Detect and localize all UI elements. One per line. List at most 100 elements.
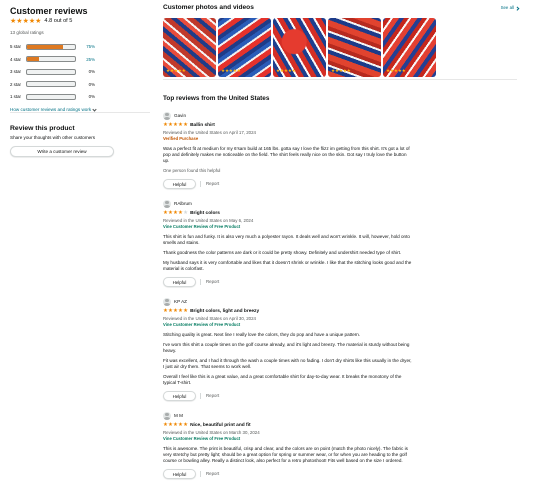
- action-separator: [200, 278, 202, 285]
- review-product-subtitle: Share your thoughts with other customers: [10, 135, 96, 141]
- helpful-count: One person found this helpful: [163, 167, 221, 173]
- review-paragraph: Thank goodness the color patterns are da…: [163, 249, 402, 255]
- photo-rating-stars: ★ ★ ★ ★ ★: [276, 68, 296, 74]
- review-title[interactable]: Nice, beautiful print and fit: [190, 423, 251, 429]
- review-author[interactable]: M M: [163, 411, 413, 420]
- report-link[interactable]: Report: [206, 393, 219, 399]
- overall-stars[interactable]: ★ ★ ★ ★ ★: [10, 18, 41, 25]
- customer-photo[interactable]: ★ ★ ★ ★ ★: [218, 17, 271, 77]
- verified-purchase-badge: Verified Purchase: [163, 136, 199, 142]
- histogram-row-5[interactable]: 5 star 75%: [10, 41, 122, 54]
- customer-reviews-title: Customer reviews: [10, 6, 88, 16]
- action-separator: [200, 470, 202, 477]
- histogram-label: 2 star: [10, 81, 21, 87]
- histogram-bar: [26, 81, 76, 88]
- rating-histogram: 5 star 75% 4 star 25% 3 star 0% 2 star 0…: [10, 41, 122, 104]
- review-item: Gavin ★ ★ ★ ★ ★ Ballin shirt Reviewed in the…: [163, 111, 413, 189]
- review-stars[interactable]: ★ ★ ★ ★ ★: [163, 423, 188, 429]
- photos-divider: [163, 79, 517, 80]
- review-body: This is awesome. The print is beautiful,…: [163, 446, 413, 464]
- histogram-bar: [26, 43, 76, 50]
- review-date: Reviewed in the United States on May 6, …: [163, 217, 254, 223]
- helpful-button[interactable]: Helpful: [163, 390, 196, 401]
- review-stars[interactable]: ★ ★ ★ ★ ★: [163, 210, 188, 217]
- histogram-row-2: 2 star 0%: [10, 78, 122, 91]
- review-paragraph: My husband says it is very comfortable a…: [163, 259, 412, 271]
- review-title[interactable]: Ballin shirt: [190, 123, 215, 129]
- review-date: Reviewed in the United States on April 1…: [163, 129, 256, 135]
- review-item: RAlbrum ★ ★ ★ ★ ★ Bright colors Reviewed in …: [163, 199, 413, 287]
- review-date: Reviewed in the United States on March 3…: [163, 429, 260, 435]
- review-title[interactable]: Bright colors, light and breezy: [190, 309, 259, 315]
- histogram-row-3: 3 star 0%: [10, 66, 122, 79]
- review-paragraph: Overall I feel like this is a great valu…: [163, 373, 402, 385]
- top-reviews-section: Top reviews from the United States Gavin…: [163, 95, 413, 479]
- photo-rating-stars: ★ ★ ★ ★ ★: [386, 68, 406, 74]
- author-name: Gavin: [174, 112, 187, 118]
- review-stars[interactable]: ★ ★ ★ ★ ★: [163, 122, 188, 129]
- photo-rating-stars: ★ ★ ★ ★ ★: [221, 68, 241, 74]
- review-stars[interactable]: ★ ★ ★ ★ ★: [163, 309, 188, 315]
- overall-rating: ★ ★ ★ ★ ★ 4.8 out of 5: [10, 18, 122, 26]
- histogram-percent: 0%: [88, 69, 95, 75]
- avatar: [163, 111, 171, 120]
- photo-rating-stars: ★ ★ ★ ★ ★: [331, 68, 351, 74]
- author-name: RAlbrum: [174, 200, 192, 206]
- histogram-percent: 25%: [86, 56, 95, 62]
- avatar: [163, 411, 171, 420]
- review-product-title: Review this product: [10, 125, 75, 132]
- histogram-bar: [26, 68, 76, 75]
- histogram-bar: [26, 93, 76, 100]
- global-ratings-count: 13 global ratings: [10, 29, 44, 35]
- review-paragraph: Fit was excellent, and I had it through …: [163, 357, 412, 369]
- review-title[interactable]: Bright colors: [190, 211, 220, 217]
- report-link[interactable]: Report: [206, 181, 219, 187]
- customer-photo[interactable]: ★ ★ ★ ★ ★: [328, 17, 381, 77]
- histogram-label: 4 star: [10, 56, 21, 62]
- avatar: [163, 199, 171, 208]
- customer-photos-title: Customer photos and videos: [163, 4, 254, 11]
- histogram-label: 3 star: [10, 69, 21, 75]
- see-all-link[interactable]: See all: [501, 5, 519, 11]
- review-paragraph: Was a perfect fit at medium for my 6'sam…: [163, 145, 410, 163]
- vine-review-badge: Vine Customer Review of Free Product: [163, 322, 241, 328]
- histogram-label: 5 star: [10, 44, 21, 50]
- review-author[interactable]: Gavin: [163, 111, 413, 120]
- customer-photos-section: Customer photos and videos See all ★ ★ ★ ★ ★…: [163, 4, 519, 77]
- vine-review-badge: Vine Customer Review of Free Product: [163, 436, 241, 442]
- left-divider: [10, 112, 150, 113]
- review-paragraph: Stitching quality is great. Next line I …: [163, 331, 361, 337]
- customer-photo[interactable]: ★ ★ ★ ★ ★: [273, 17, 326, 77]
- top-reviews-heading: Top reviews from the United States: [163, 95, 270, 102]
- review-author[interactable]: RAlbrum: [163, 199, 413, 208]
- review-body: This shirt is fun and funky. It is also …: [163, 234, 413, 272]
- chevron-right-icon: [514, 6, 519, 10]
- customer-photo[interactable]: ★ ★ ★ ★ ★: [383, 17, 436, 77]
- histogram-row-4[interactable]: 4 star 25%: [10, 53, 122, 66]
- histogram-label: 1 star: [10, 94, 21, 100]
- histogram-percent: 0%: [88, 81, 95, 87]
- helpful-button[interactable]: Helpful: [163, 468, 196, 479]
- review-date: Reviewed in the United States on April 3…: [163, 315, 256, 321]
- review-this-product: Review this product Share your thoughts …: [10, 124, 120, 158]
- helpful-button[interactable]: Helpful: [163, 276, 196, 287]
- customer-reviews-summary: Customer reviews ★ ★ ★ ★ ★ 4.8 out of 5 13 g…: [10, 6, 122, 113]
- histogram-percent: 0%: [88, 94, 95, 100]
- review-paragraph: I've worn this shirt a couple times on t…: [163, 341, 410, 353]
- review-paragraph: This is awesome. The print is beautiful,…: [163, 445, 408, 463]
- report-link[interactable]: Report: [206, 471, 219, 477]
- report-link[interactable]: Report: [206, 279, 219, 285]
- action-separator: [200, 180, 202, 187]
- review-paragraph: This shirt is fun and funky. It is also …: [163, 233, 410, 245]
- avatar: [163, 297, 171, 306]
- customer-photo[interactable]: ★ ★ ★ ★ ★: [163, 17, 216, 77]
- author-name: KP AZ: [174, 298, 187, 304]
- photo-rating-stars: ★ ★ ★ ★ ★: [166, 68, 186, 74]
- star-icon: ★: [35, 18, 42, 26]
- review-body: Stitching quality is great. Next line I …: [163, 332, 413, 386]
- histogram-percent: 75%: [86, 44, 95, 50]
- write-review-button[interactable]: Write a customer review: [10, 146, 114, 158]
- review-author[interactable]: KP AZ: [163, 297, 413, 306]
- histogram-bar: [26, 56, 76, 63]
- helpful-button[interactable]: Helpful: [163, 178, 196, 189]
